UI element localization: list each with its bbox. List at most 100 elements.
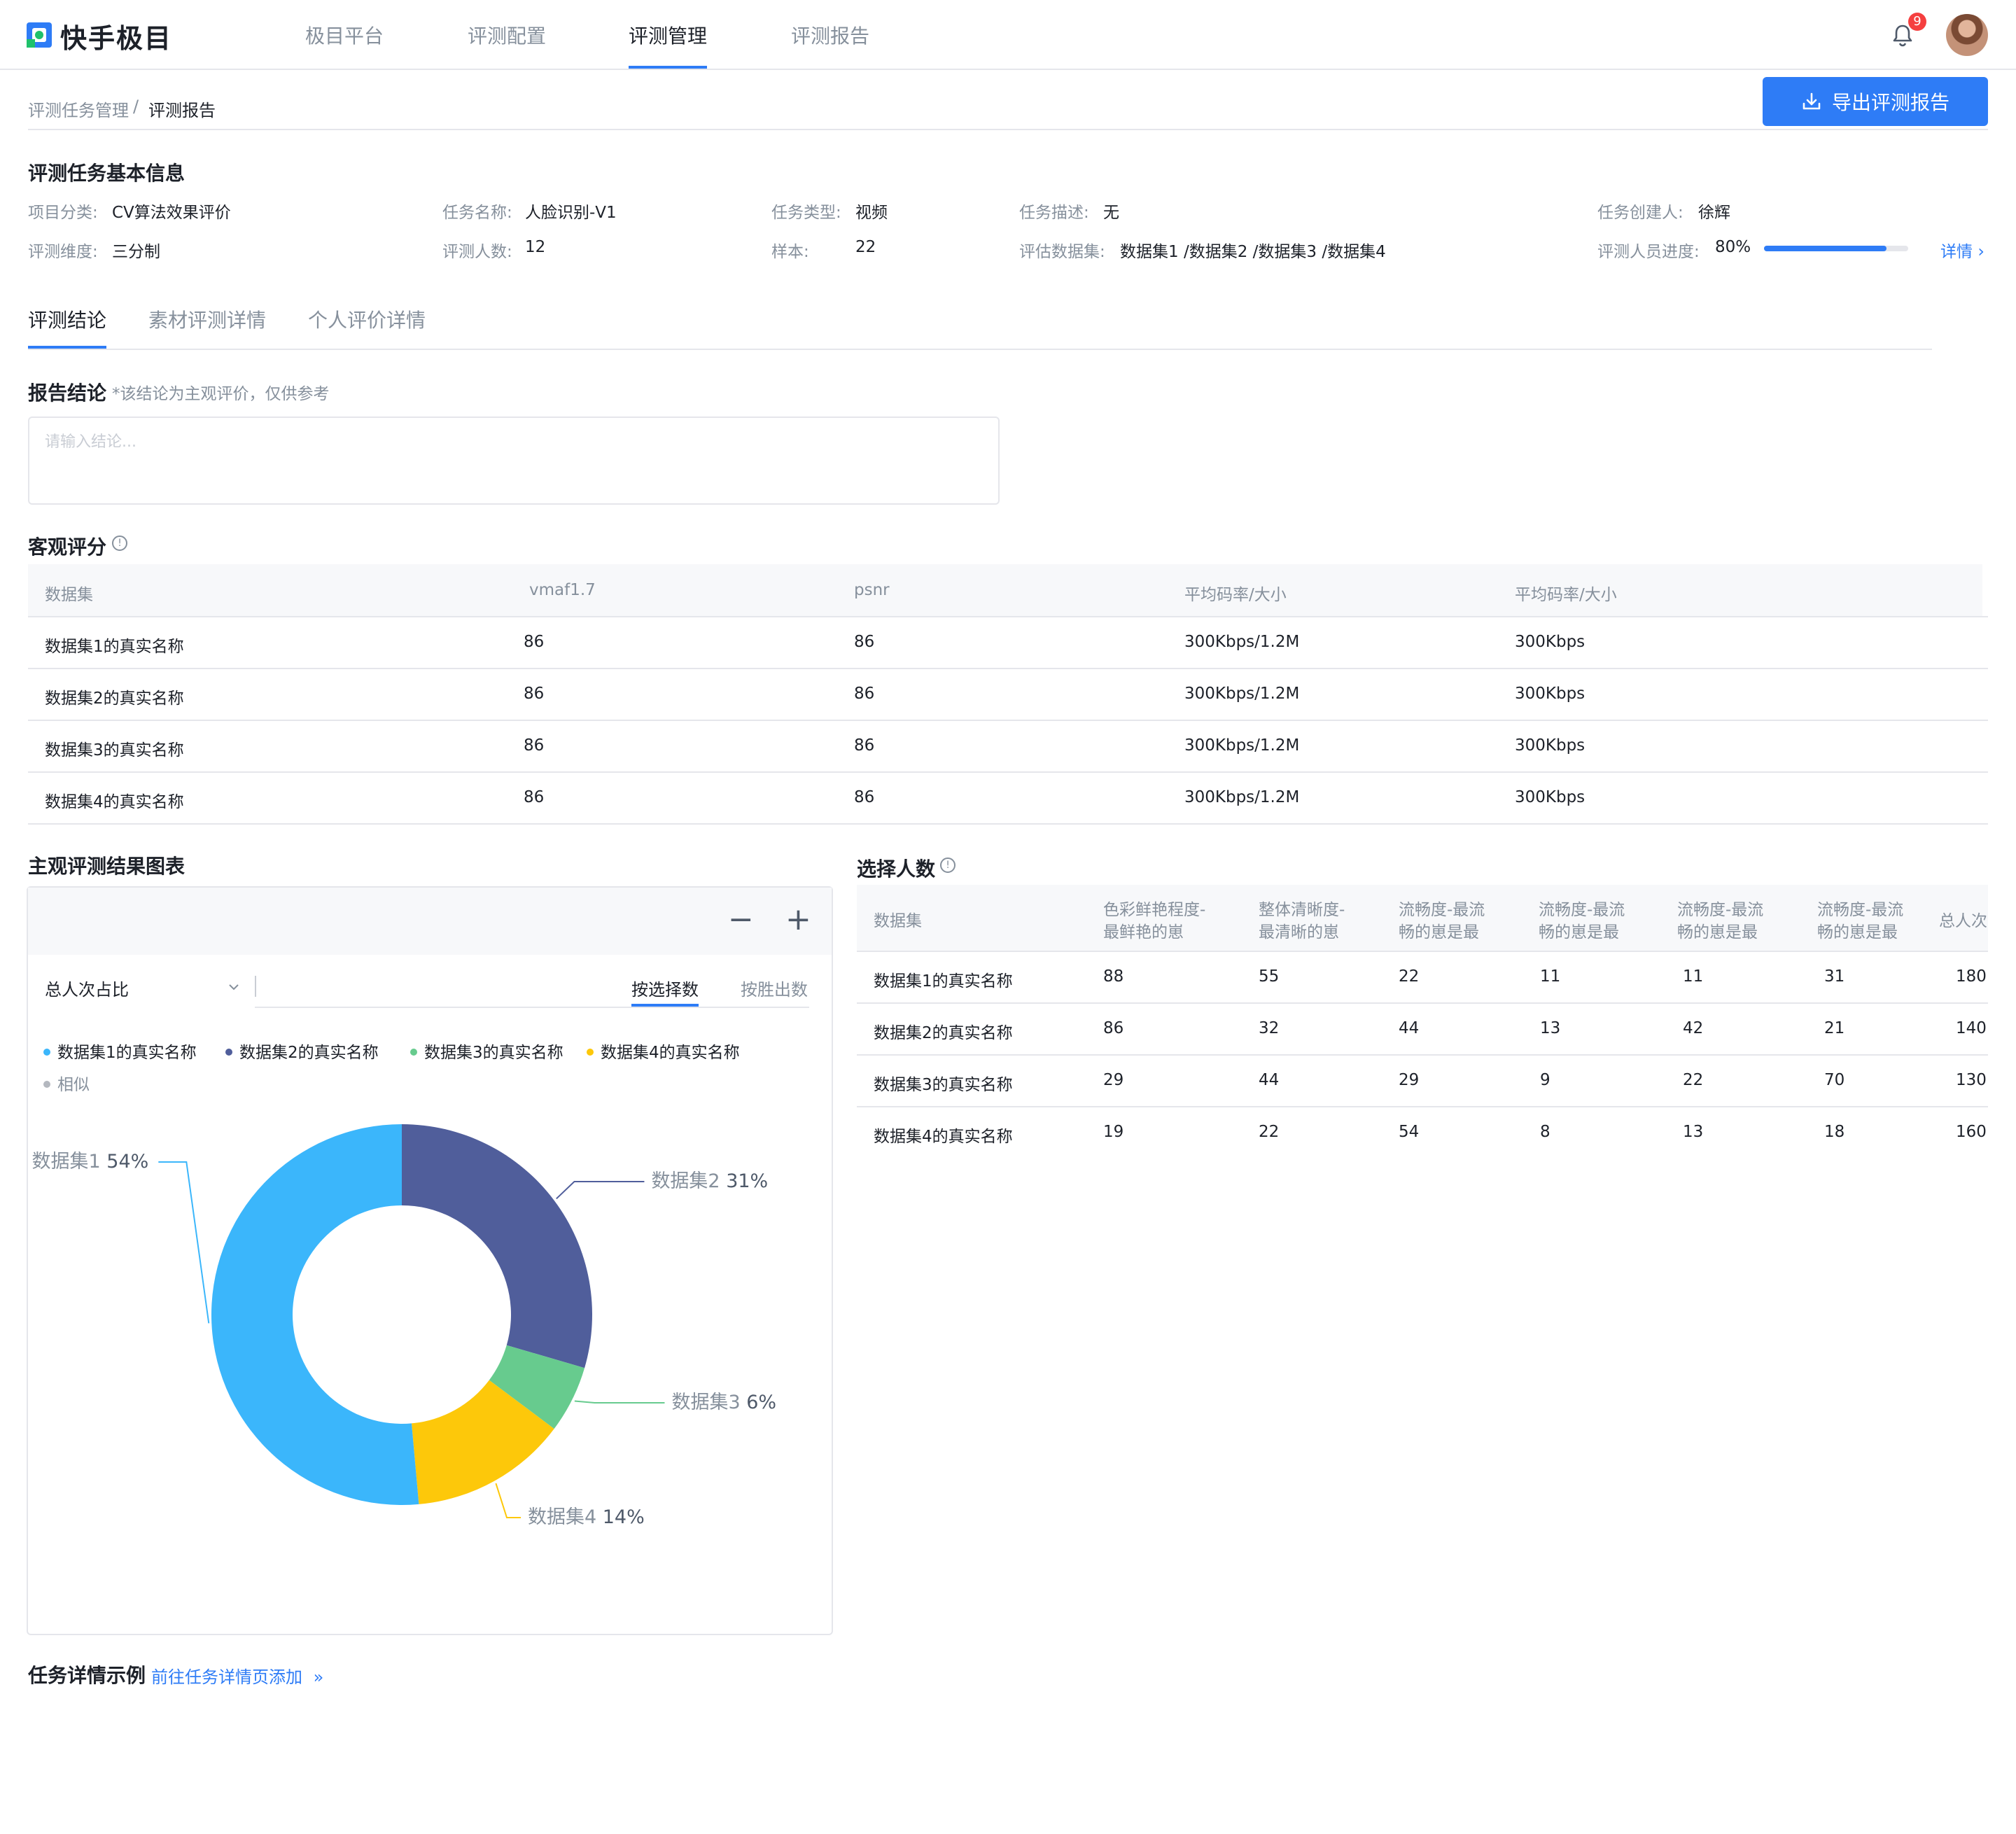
task-detail-link-label: 前往任务详情页添加: [151, 1667, 302, 1687]
user-avatar[interactable]: [1946, 14, 1988, 56]
legend-dataset-4-label: 数据集4的真实名称: [601, 1044, 740, 1062]
row-divider: [28, 720, 1988, 721]
row-divider: [28, 616, 1988, 617]
objective-cell: 300Kbps: [1515, 685, 1586, 703]
zoom-in-button[interactable]: +: [785, 904, 811, 935]
objective-cell: 86: [854, 685, 875, 703]
nav-item-config[interactable]: 评测配置: [468, 21, 546, 49]
legend-dot: [225, 1048, 232, 1056]
task-detail-link[interactable]: 前往任务详情页添加 »: [151, 1663, 323, 1688]
objective-cell: 86: [854, 736, 875, 755]
export-report-button[interactable]: 导出评测报告: [1763, 77, 1988, 126]
selection-cell: 42: [1683, 1019, 1704, 1037]
selection-cell: 54: [1399, 1123, 1420, 1141]
nav-item-platform[interactable]: 极目平台: [305, 21, 384, 49]
objective-cell: 86: [524, 685, 545, 703]
selection-cell: 22: [1399, 967, 1420, 986]
conclusion-input[interactable]: [28, 416, 1000, 505]
sample-value: 22: [855, 238, 876, 256]
conclusion-note: *该结论为主观评价，仅供参考: [112, 385, 330, 403]
nav-item-report[interactable]: 评测报告: [791, 21, 869, 49]
legend-dataset-2[interactable]: 数据集2的真实名称: [225, 1039, 379, 1063]
selection-cell: 8: [1540, 1123, 1550, 1141]
mode-tab-win-count[interactable]: 按胜出数: [741, 976, 808, 1000]
selection-cell: 11: [1540, 967, 1561, 986]
category-value: CV算法效果评价: [112, 204, 231, 222]
legend-dataset-4[interactable]: 数据集4的真实名称: [587, 1039, 740, 1063]
legend-dataset-1-label: 数据集1的真实名称: [57, 1044, 197, 1062]
task-type-value: 视频: [855, 204, 888, 222]
selection-col-header: 畅的崽是最: [1399, 923, 1479, 941]
slice-label-4: 数据集4 14%: [528, 1506, 645, 1528]
objective-cell: 300Kbps/1.2M: [1184, 633, 1300, 651]
selection-cell: 86: [1103, 1019, 1124, 1037]
info-icon[interactable]: !: [940, 858, 955, 873]
objective-cell: 300Kbps: [1515, 633, 1586, 651]
selection-cell: 44: [1259, 1071, 1280, 1089]
task-detail-title: 任务详情示例: [28, 1664, 146, 1687]
category-label: 项目分类:: [28, 204, 98, 222]
progress-label: 评测人员进度:: [1597, 243, 1700, 261]
selection-cell: 88: [1103, 967, 1124, 986]
selection-cell: 130: [1956, 1071, 1987, 1089]
selection-cell: 数据集3的真实名称: [874, 1076, 1013, 1094]
metric-select[interactable]: 总人次占比: [45, 976, 129, 1000]
info-icon[interactable]: !: [112, 536, 127, 551]
donut-slice-1[interactable]: [211, 1124, 419, 1505]
legend-similar[interactable]: 相似: [43, 1071, 90, 1095]
download-icon: [1802, 92, 1821, 110]
chart-panel-toolbar: [28, 888, 832, 955]
objective-col-bitrate-size: 平均码率/大小: [1184, 586, 1287, 604]
people-label: 评测人数:: [442, 243, 512, 261]
objective-cell: 300Kbps/1.2M: [1184, 685, 1300, 703]
objective-cell: 86: [524, 633, 545, 651]
selection-col-header: 流畅度-最流: [1399, 901, 1485, 919]
selection-table: 数据集 色彩鲜艳程度- 最鲜艳的崽 整体清晰度- 最清晰的崽 流畅度-最流 畅的崽是最 流畅度…: [857, 885, 1988, 1158]
breadcrumb-parent[interactable]: 评测任务管理: [28, 97, 129, 121]
leader-line-4: [495, 1483, 521, 1518]
selection-col-header: 最清晰的崽: [1259, 923, 1339, 941]
double-chevron-right-icon: »: [313, 1667, 324, 1687]
progress-detail-link[interactable]: 详情 ›: [1940, 238, 1984, 262]
mode-tab-select-count[interactable]: 按选择数: [631, 976, 699, 1000]
selection-cell: 160: [1956, 1123, 1987, 1141]
zoom-out-button[interactable]: −: [728, 904, 754, 935]
legend-dataset-1[interactable]: 数据集1的真实名称: [43, 1039, 197, 1063]
row-divider: [857, 1054, 1988, 1056]
metric-select-value: 总人次占比: [45, 980, 129, 1000]
people-value: 12: [525, 238, 546, 256]
nav-item-management[interactable]: 评测管理: [629, 21, 707, 49]
slice-label-1: 数据集1 54%: [32, 1151, 149, 1172]
tab-material-detail[interactable]: 素材评测详情: [148, 305, 266, 333]
objective-cell: 数据集4的真实名称: [45, 793, 184, 811]
chevron-down-icon[interactable]: [227, 980, 241, 994]
dataset-value: 数据集1 /数据集2 /数据集3 /数据集4: [1120, 243, 1386, 261]
objective-cell: 86: [524, 788, 545, 806]
selection-col-header: 最鲜艳的崽: [1103, 923, 1184, 941]
progress-bar: [1764, 246, 1908, 251]
objective-score-title: 客观评分: [28, 536, 107, 559]
legend-dataset-3[interactable]: 数据集3的真实名称: [410, 1039, 564, 1063]
tab-personal-detail[interactable]: 个人评价详情: [308, 305, 426, 333]
legend-dot: [43, 1080, 50, 1088]
progress-bar-fill: [1764, 246, 1887, 251]
chevron-right-icon: ›: [1977, 241, 1984, 261]
selection-cell: 180: [1956, 967, 1987, 986]
selection-cell: 18: [1824, 1123, 1845, 1141]
selection-cell: 19: [1103, 1123, 1124, 1141]
app-name: 快手极目: [60, 23, 173, 54]
selection-cell: 9: [1540, 1071, 1550, 1089]
subjective-chart-title: 主观评测结果图表: [28, 855, 186, 878]
objective-cell: 300Kbps/1.2M: [1184, 736, 1300, 755]
tab-conclusion[interactable]: 评测结论: [28, 305, 106, 333]
progress-value: 80%: [1715, 238, 1751, 256]
selection-cell: 21: [1824, 1019, 1845, 1037]
legend-dot: [587, 1048, 594, 1056]
header-divider: [28, 129, 1988, 130]
slice-label-2: 数据集2 31%: [651, 1170, 768, 1192]
tabs-divider: [28, 349, 1932, 350]
donut-slice-2[interactable]: [402, 1124, 592, 1368]
conclusion-title: 报告结论: [28, 382, 107, 405]
selection-cell: 数据集2的真实名称: [874, 1024, 1013, 1042]
objective-col-bitrate: 平均码率/大小: [1515, 586, 1617, 604]
